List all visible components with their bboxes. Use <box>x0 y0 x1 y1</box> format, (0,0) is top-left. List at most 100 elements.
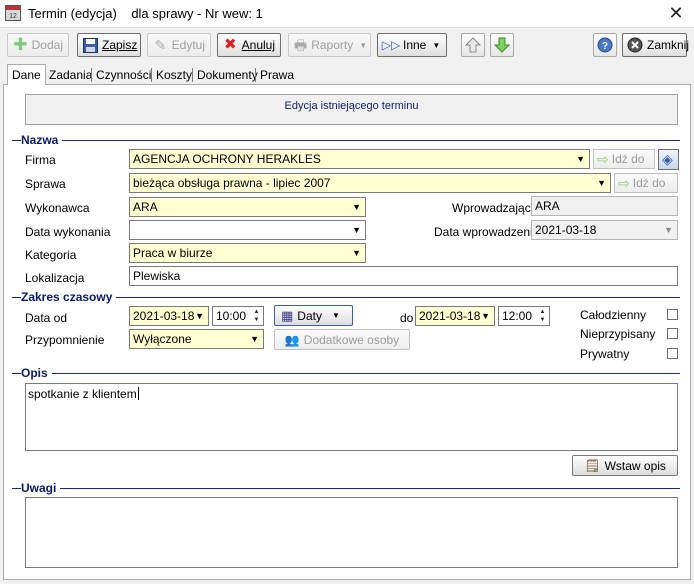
date-to-value: 2021-03-18 <box>419 309 481 323</box>
section-divider <box>12 140 680 141</box>
tab-dane[interactable]: Dane <box>7 64 46 85</box>
tab-prawa[interactable]: Prawa <box>257 66 297 84</box>
tab-koszty[interactable]: Koszty <box>153 66 195 84</box>
chevron-down-icon: ▼ <box>352 225 361 235</box>
tab-zadania[interactable]: Zadania <box>46 66 95 84</box>
help-icon: ? <box>597 37 613 53</box>
lokalizacja-input[interactable]: Plewiska <box>129 266 678 286</box>
firma-value: AGENCJA OCHRONY HERAKLES <box>133 152 321 166</box>
section-title-uwagi: Uwagi <box>21 481 61 495</box>
date-from-picker[interactable]: 2021-03-18 ▼ <box>129 306 209 326</box>
wprowadzajacy-field: ARA <box>531 196 678 216</box>
firma-go-to-button[interactable]: ⇨ Idź do <box>593 149 655 169</box>
time-to-value: 12:00 <box>502 309 533 323</box>
people-icon: 👥 <box>284 332 300 347</box>
edit-button-label: Edytuj <box>171 38 205 52</box>
edit-button[interactable]: ✎ Edytuj <box>147 33 211 57</box>
kategoria-dropdown[interactable]: Praca w biurze ▼ <box>129 243 366 263</box>
data-wprowadzenia-value: 2021-03-18 <box>535 223 597 237</box>
daty-button[interactable]: ▦ Daty ▼ <box>274 305 353 326</box>
chevron-down-icon: ▼ <box>576 154 585 164</box>
window-title-main: Termin (edycja) <box>28 6 117 21</box>
sprawa-go-to-button[interactable]: ⇨ Idź do <box>614 173 678 193</box>
dodatkowe-osoby-button[interactable]: 👥 Dodatkowe osoby <box>274 329 410 350</box>
cancel-x-icon: ✖ <box>224 36 237 53</box>
wykonawca-dropdown[interactable]: ARA ▼ <box>129 197 366 217</box>
spinner-arrows-icon[interactable]: ▲ ▼ <box>251 308 262 324</box>
move-up-button[interactable] <box>461 33 485 57</box>
chevron-down-icon: ▼ <box>195 311 204 321</box>
save-button-label: Zapisz <box>102 38 138 52</box>
sprawa-label: Sprawa <box>25 177 66 191</box>
pencil-icon: ✎ <box>154 37 167 53</box>
lokalizacja-label: Lokalizacja <box>25 271 85 285</box>
calendar-app-icon: 12 <box>5 5 21 21</box>
wstaw-opis-button[interactable]: 🗒 Wstaw opis <box>572 455 678 476</box>
fast-forward-icon: ▷▷ <box>381 38 401 52</box>
calodzienny-checkbox[interactable] <box>667 309 678 320</box>
other-button[interactable]: ▷▷ Inne ▼ <box>377 33 447 57</box>
add-button[interactable]: ✚ Dodaj <box>7 33 69 57</box>
prywatny-checkbox[interactable] <box>667 348 678 359</box>
wstaw-opis-label: Wstaw opis <box>604 458 666 473</box>
text-caret <box>137 387 139 400</box>
section-title-zakres: Zakres czasowy <box>21 290 117 304</box>
nieprzypisany-checkbox[interactable] <box>667 328 678 339</box>
data-wykonania-dropdown[interactable]: ▼ <box>129 220 366 240</box>
calodzienny-label: Całodzienny <box>580 308 647 322</box>
nieprzypisany-label: Nieprzypisany <box>580 327 656 341</box>
close-button[interactable]: Zamknij <box>622 33 689 57</box>
tab-dokumenty[interactable]: Dokumenty <box>194 66 261 84</box>
chevron-down-icon: ▼ <box>432 40 441 50</box>
prywatny-label: Prywatny <box>580 347 630 361</box>
section-divider <box>12 373 680 374</box>
chevron-down-icon: ▼ <box>359 40 368 50</box>
firma-label: Firma <box>25 153 56 167</box>
reports-button-label: Raporty <box>311 38 354 52</box>
floppy-disk-icon <box>83 37 98 53</box>
cancel-button[interactable]: ✖ Anuluj <box>217 33 281 57</box>
tab-separator <box>192 68 193 82</box>
uwagi-textarea[interactable] <box>25 497 678 568</box>
data-wykonania-label: Data wykonania <box>25 225 111 239</box>
chevron-down-icon: ▼ <box>481 311 490 321</box>
window-close-button[interactable]: ✕ <box>664 2 688 24</box>
close-circle-icon <box>627 37 643 53</box>
sprawa-dropdown[interactable]: bieżąca obsługa prawna - lipiec 2007 ▼ <box>129 173 611 193</box>
chevron-down-icon: ▼ <box>352 202 361 212</box>
chevron-down-icon: ▼ <box>597 178 606 188</box>
spinner-arrows-icon[interactable]: ▲ ▼ <box>537 308 548 324</box>
tab-czynnosci[interactable]: Czynności <box>93 66 154 84</box>
przypomnienie-label: Przypomnienie <box>25 333 105 347</box>
date-to-picker[interactable]: 2021-03-18 ▼ <box>415 306 495 326</box>
window-title: Termin (edycja) dla sprawy - Nr wew: 1 <box>28 6 263 21</box>
info-banner: Edycja istniejącego terminu <box>25 94 678 125</box>
go-to-label: Idź do <box>632 176 666 190</box>
przypomnienie-value: Wyłączone <box>133 332 192 346</box>
date-from-value: 2021-03-18 <box>133 309 195 323</box>
firma-dropdown[interactable]: AGENCJA OCHRONY HERAKLES ▼ <box>129 149 590 169</box>
save-button[interactable]: Zapisz <box>77 33 141 57</box>
wykonawca-label: Wykonawca <box>25 201 90 215</box>
reports-button[interactable]: 🖶 Raporty ▼ <box>288 33 371 57</box>
cancel-button-label: Anuluj <box>241 38 275 52</box>
move-down-button[interactable] <box>490 33 514 57</box>
chevron-down-icon: ▼ <box>331 311 340 320</box>
do-label: do <box>400 311 414 325</box>
time-from-spinner[interactable]: 10:00 ▲ ▼ <box>212 306 264 326</box>
firma-details-button[interactable]: ◈ <box>658 149 679 170</box>
opis-text: spotkanie z klientem <box>28 387 137 401</box>
window-title-sub: dla sprawy - Nr wew: 1 <box>131 6 263 21</box>
tag-icon: ◈ <box>662 151 673 167</box>
kategoria-label: Kategoria <box>25 248 77 262</box>
daty-button-label: Daty <box>297 308 322 323</box>
przypomnienie-dropdown[interactable]: Wyłączone ▼ <box>129 329 264 349</box>
time-to-spinner[interactable]: 12:00 ▲ ▼ <box>498 306 550 326</box>
notepad-insert-icon: 🗒 <box>584 457 601 473</box>
data-wprowadzenia-label: Data wprowadzenia <box>434 225 540 239</box>
tab-separator <box>151 68 152 82</box>
go-to-label: Idź do <box>611 152 645 166</box>
opis-textarea[interactable]: spotkanie z klientem <box>25 383 678 451</box>
section-divider <box>12 488 680 489</box>
help-button[interactable]: ? <box>593 33 617 57</box>
